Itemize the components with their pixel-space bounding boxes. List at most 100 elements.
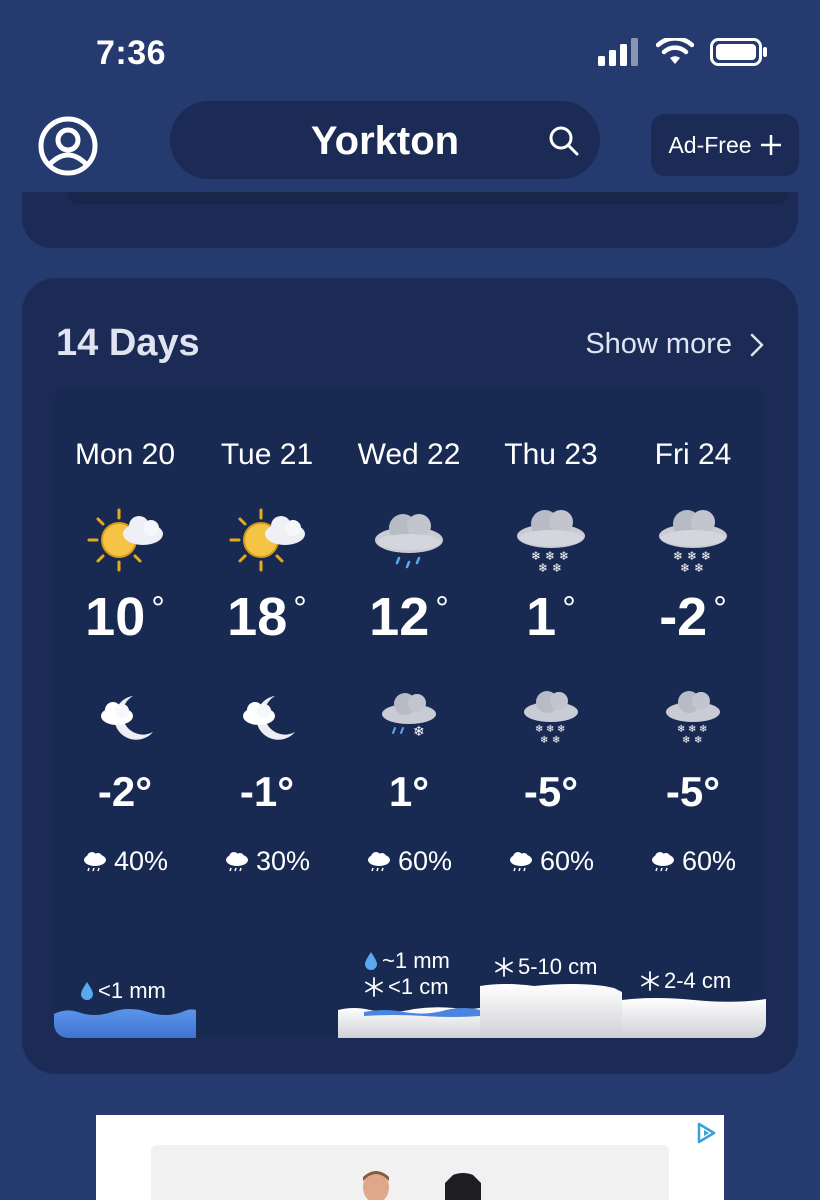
sun-cloud-icon [87, 508, 163, 572]
snow-amount-value: 5-10 cm [518, 954, 598, 979]
day-label: Wed 22 [357, 438, 461, 471]
previous-card-strip [67, 192, 789, 204]
temp-high-value: 12 [369, 587, 430, 647]
svg-text:❄: ❄ [557, 724, 565, 735]
temp-high-value: 10 [85, 587, 146, 647]
precip-chance: 30% [196, 846, 338, 877]
temp-low: -1° [239, 768, 295, 815]
ad-person-image [363, 1171, 389, 1200]
rain-amount-value: ~1 mm [382, 948, 450, 973]
snow-cloud-icon: ❄ ❄ ❄ ❄ ❄ [517, 510, 585, 575]
snow-amount-value: <1 cm [388, 974, 449, 999]
previous-card [22, 192, 798, 248]
temp-low: 1° [388, 768, 430, 815]
precip-value: 40% [113, 846, 169, 876]
snow-cloud-icon: ❄ ❄ ❄ ❄ ❄ [659, 510, 727, 575]
day-column[interactable]: Thu 23 ❄ ❄ ❄ ❄ ❄ 1 ° ❄ ❄ ❄ ❄ ❄ -5° 60% [480, 386, 622, 1038]
svg-text:❄: ❄ [694, 735, 702, 746]
ad-banner[interactable] [96, 1115, 724, 1200]
rain-amount-value: <1 mm [98, 978, 166, 1003]
temp-high: 18 ° [227, 587, 307, 647]
precip-chance: 60% [480, 846, 622, 877]
precip-chance: 60% [338, 846, 480, 877]
status-bar: 7:36 [0, 0, 820, 100]
precip-value: 60% [681, 846, 737, 876]
temp-low: -2° [97, 768, 153, 815]
snow-amount-value: 2-4 cm [664, 968, 732, 993]
status-icons [598, 38, 768, 66]
chevron-right-icon [750, 333, 764, 356]
svg-text:❄: ❄ [699, 724, 707, 735]
forecast-card: 14 Days Show more Mon 20 10 ° -2° 40% Tu… [22, 278, 798, 1074]
moon-cloud-icon [101, 696, 153, 740]
day-column[interactable]: Wed 22 12 ° ❄ 1° 60% [338, 386, 480, 1038]
svg-text:❄: ❄ [688, 724, 696, 735]
day-column[interactable]: Fri 24 ❄ ❄ ❄ ❄ ❄ -2 ° ❄ ❄ ❄ ❄ ❄ -5° 60% [622, 386, 764, 1038]
sleet-cloud-icon: ❄ [382, 693, 436, 740]
day-label: Fri 24 [654, 438, 732, 471]
snow-cloud-icon: ❄ ❄ ❄ ❄ ❄ [666, 691, 720, 746]
svg-text:❄: ❄ [538, 561, 548, 575]
day-label: Thu 23 [504, 438, 598, 471]
signal-icon [598, 38, 638, 66]
ad-shirt-image [445, 1173, 481, 1200]
search-icon[interactable] [548, 125, 580, 157]
wifi-icon [656, 38, 694, 64]
svg-text:❄: ❄ [546, 724, 554, 735]
city-name: Yorkton [310, 119, 460, 163]
snowflake-icon [365, 977, 383, 997]
temp-low: -5° [665, 768, 721, 815]
ad-choices-icon[interactable] [694, 1121, 718, 1145]
day-label: Mon 20 [74, 438, 176, 471]
forecast-title: 14 Days [56, 322, 200, 364]
snow-cloud-icon: ❄ ❄ ❄ ❄ ❄ [524, 691, 578, 746]
day-label: Tue 21 [220, 438, 314, 471]
raindrop-icon [81, 982, 93, 1000]
temp-high: 12 ° [369, 587, 449, 647]
status-time: 7:36 [96, 34, 167, 72]
profile-button[interactable] [38, 116, 98, 176]
svg-text:❄: ❄ [552, 735, 560, 746]
profile-icon [38, 116, 98, 176]
rain-cloud-icon [375, 514, 443, 569]
temp-low: -5° [523, 768, 579, 815]
rain-cloud-small-icon [225, 851, 248, 871]
day-column[interactable]: Tue 21 18 ° -1° 30% [196, 386, 338, 1038]
show-more-link[interactable]: Show more [585, 328, 764, 361]
precip-chance: 60% [622, 846, 764, 877]
rain-cloud-small-icon [83, 851, 106, 871]
day-column[interactable]: Mon 20 10 ° -2° 40% [54, 386, 196, 1038]
svg-text:❄: ❄ [680, 561, 690, 575]
rain-cloud-small-icon [367, 851, 390, 871]
temp-high: -2 ° [659, 587, 727, 647]
svg-text:❄: ❄ [682, 735, 690, 746]
temp-high: 1 ° [526, 587, 576, 647]
rain-cloud-small-icon [509, 851, 532, 871]
temp-high: 10 ° [85, 587, 165, 647]
city-search-bar[interactable]: Yorkton [170, 101, 600, 179]
plus-icon [760, 135, 781, 155]
raindrop-icon [365, 952, 377, 970]
show-more-label: Show more [585, 328, 732, 360]
snow-amount-wed: <1 cm [364, 974, 449, 1000]
svg-text:❄: ❄ [413, 724, 425, 740]
forecast-panel[interactable]: Mon 20 10 ° -2° 40% Tue 21 18 ° -1° 30% … [54, 386, 766, 1038]
battery-icon [710, 38, 767, 66]
ad-image-area[interactable] [151, 1145, 669, 1200]
temp-high-value: 18 [227, 587, 288, 647]
svg-text:❄: ❄ [677, 724, 685, 735]
snow-amount-thu: 5-10 cm [494, 954, 597, 980]
temp-high-value: -2 [659, 587, 708, 647]
temp-high-value: 1 [526, 587, 557, 647]
ad-free-label: Ad-Free [668, 131, 752, 158]
snow-amount-fri: 2-4 cm [640, 968, 731, 994]
moon-cloud-icon [243, 696, 295, 740]
precip-chance: 40% [54, 846, 196, 877]
svg-text:❄: ❄ [694, 561, 704, 575]
rain-amount-mon: <1 mm [80, 978, 166, 1004]
svg-text:❄: ❄ [552, 561, 562, 575]
sun-cloud-icon [229, 508, 305, 572]
ad-free-button[interactable]: Ad-Free [651, 114, 799, 176]
snowflake-icon [495, 957, 513, 977]
rain-cloud-small-icon [651, 851, 674, 871]
